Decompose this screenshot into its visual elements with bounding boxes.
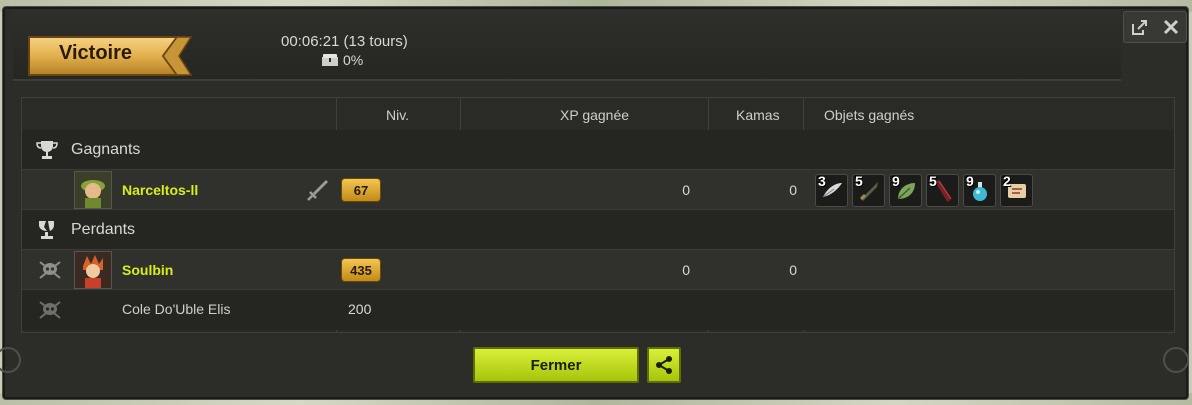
- monster-level: 200: [348, 301, 372, 317]
- window-footer: Fermer: [13, 331, 1178, 391]
- winner-player-row[interactable]: Narceltos-ll 67 0 0 3 5 9 5 9 2: [22, 170, 1174, 210]
- share-button[interactable]: [647, 347, 681, 383]
- chest-icon: [321, 53, 339, 67]
- detach-icon[interactable]: [1130, 17, 1150, 37]
- share-icon: [656, 356, 672, 374]
- won-item[interactable]: 2: [1000, 173, 1033, 207]
- loot-share-value: 0%: [343, 52, 364, 68]
- won-item[interactable]: 5: [926, 173, 959, 207]
- skull-icon: [38, 300, 62, 325]
- winners-label: Gagnants: [71, 141, 141, 158]
- loser-monster-row[interactable]: Cole Do'Uble Elis 200: [22, 290, 1174, 330]
- item-quantity: 9: [892, 173, 900, 189]
- won-item[interactable]: 9: [963, 173, 996, 207]
- level-badge: 67: [341, 178, 381, 202]
- kamas-value: 0: [789, 262, 797, 278]
- column-xp-header: XP gagnée: [560, 107, 630, 123]
- item-quantity: 3: [818, 173, 826, 189]
- fight-result-window: Victoire 00:06:21 (13 tours) 0% Niv. XP …: [0, 6, 1189, 400]
- won-item[interactable]: 3: [815, 173, 848, 207]
- level-badge: 435: [341, 258, 381, 282]
- player-name[interactable]: Soulbin: [122, 262, 173, 278]
- sword-icon: [306, 178, 330, 207]
- xp-value: 0: [682, 262, 690, 278]
- winners-group-row: Gagnants: [22, 130, 1174, 170]
- kamas-value: 0: [789, 182, 797, 198]
- xp-value: 0: [682, 182, 690, 198]
- broken-trophy-icon: [34, 219, 60, 246]
- window-controls: [1123, 11, 1187, 43]
- skull-icon: [38, 260, 62, 285]
- column-items-header: Objets gagnés: [824, 107, 915, 123]
- close-icon[interactable]: [1161, 17, 1181, 37]
- fight-duration: 00:06:21 (13 tours): [281, 33, 408, 50]
- victory-banner: Victoire: [27, 35, 193, 76]
- won-item[interactable]: 9: [889, 173, 922, 207]
- result-label: Victoire: [59, 42, 132, 64]
- losers-label: Perdants: [71, 221, 136, 238]
- frame-ornament-right: [1163, 347, 1189, 373]
- item-quantity: 9: [966, 173, 974, 189]
- losers-group-row: Perdants: [22, 210, 1174, 250]
- close-button[interactable]: Fermer: [473, 347, 639, 383]
- column-kamas-header: Kamas: [736, 107, 780, 123]
- loot-share: 0%: [321, 52, 363, 68]
- won-item[interactable]: 5: [852, 173, 885, 207]
- avatar: [74, 251, 112, 289]
- trophy-icon: [36, 140, 58, 165]
- column-level-header: Niv.: [386, 107, 410, 123]
- item-quantity: 2: [1003, 173, 1011, 189]
- avatar: [74, 171, 112, 209]
- item-quantity: 5: [855, 173, 863, 189]
- loser-player-row[interactable]: Soulbin 435 0 0: [22, 250, 1174, 290]
- results-table: Niv. XP gagnée Kamas Objets gagnés Gagna…: [21, 97, 1175, 333]
- player-name[interactable]: Narceltos-ll: [122, 182, 198, 198]
- monster-name: Cole Do'Uble Elis: [122, 301, 231, 317]
- item-quantity: 5: [929, 173, 937, 189]
- window-header: Victoire 00:06:21 (13 tours) 0%: [13, 9, 1121, 81]
